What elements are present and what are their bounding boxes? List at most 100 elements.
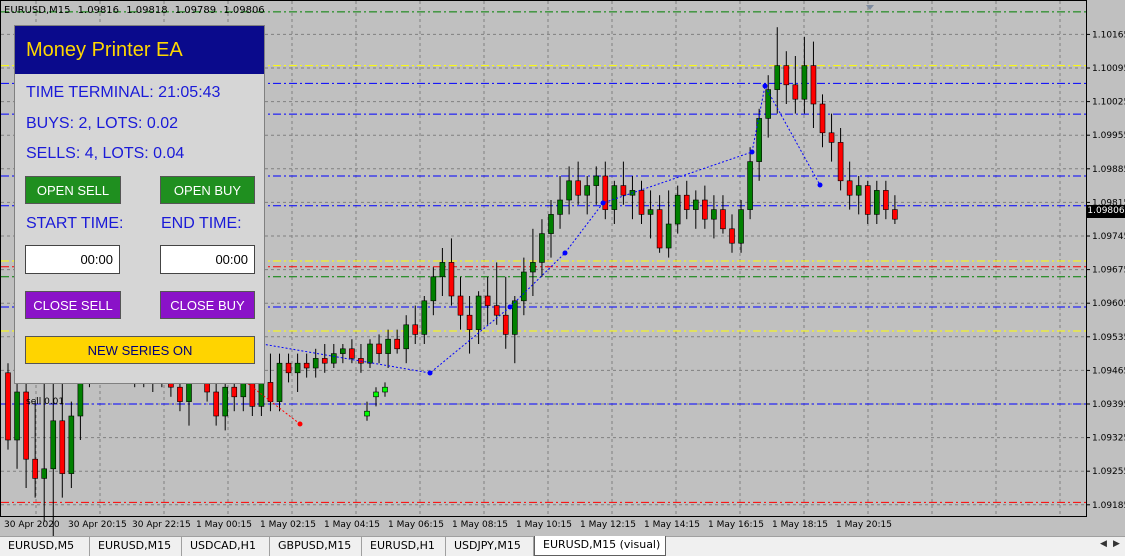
candle-body (828, 132, 835, 143)
time-tick-label: 1 May 10:15 (516, 520, 572, 530)
candle-body (656, 209, 663, 249)
candle-body (68, 415, 75, 474)
open-buy-button[interactable]: OPEN BUY (160, 176, 255, 204)
candle-body (521, 271, 527, 302)
trade-marker (762, 83, 768, 89)
price-tick-label: 1.09745 (1092, 232, 1125, 242)
candle-body (484, 295, 491, 306)
candle-body (702, 199, 708, 220)
end-time-input[interactable]: 00:00 (160, 245, 255, 274)
time-tick-label: 1 May 14:15 (644, 520, 700, 530)
tab-usdcad-h1[interactable]: USDCAD,H1 (182, 537, 270, 556)
candle-body (692, 199, 699, 210)
candle-body (819, 103, 826, 134)
tab-eurusd-m15[interactable]: EURUSD,M15 (90, 537, 182, 556)
time-tick-label: 1 May 00:15 (196, 520, 252, 530)
tab-label: USDJPY,M15 (454, 539, 521, 552)
close-sell-button[interactable]: CLOSE SELL (25, 291, 121, 319)
candle-body (720, 209, 726, 230)
candle-body (729, 228, 735, 244)
candle-body (59, 420, 66, 474)
candle-body (855, 185, 862, 196)
tab-eurusd-m15-visual[interactable]: EURUSD,M15 (visual) (534, 536, 666, 556)
low-price: 1.09789 (174, 5, 217, 16)
new-series-button[interactable]: NEW SERIES ON (25, 336, 255, 364)
price-tick-label: 1.09255 (1092, 467, 1125, 477)
tab-label: EURUSD,M15 (98, 539, 172, 552)
time-tick-label: 1 May 12:15 (580, 520, 636, 530)
candle-body (5, 372, 11, 441)
candle-body (50, 420, 57, 470)
candle-body (511, 300, 518, 335)
candle-body (539, 233, 545, 263)
time-tick-label: 1 May 08:15 (452, 520, 508, 530)
close-buy-button[interactable]: CLOSE BUY (160, 291, 255, 319)
time-tick-label: 1 May 20:15 (836, 520, 892, 530)
trade-marker (427, 370, 433, 376)
candle-body (457, 295, 464, 316)
price-tick-label: 1.10095 (1092, 64, 1125, 74)
candle-body (747, 161, 753, 210)
start-time-label: START TIME: (26, 215, 124, 232)
candle-body (330, 353, 337, 364)
candle-body (376, 343, 382, 354)
price-tick-label: 1.09465 (1092, 366, 1125, 376)
candle-body (774, 65, 781, 90)
open-price: 1.09816 (77, 5, 120, 16)
high-price: 1.09818 (126, 5, 168, 16)
candle-body (303, 362, 310, 369)
candle-body (674, 194, 681, 225)
candle-body (349, 348, 355, 359)
candle-body (584, 185, 591, 196)
candle-body (575, 180, 581, 196)
candle-body (231, 386, 238, 398)
trade-marker (817, 182, 823, 188)
open-sell-button[interactable]: OPEN SELL (25, 176, 121, 204)
candle-body (837, 142, 844, 182)
symbol-name: EURUSD,M15 (4, 5, 71, 16)
candle-body (177, 386, 183, 402)
candle-body (611, 185, 618, 210)
trade-marker (562, 250, 568, 256)
candle-body (267, 382, 274, 402)
candle-body (756, 118, 762, 162)
candle-body (801, 65, 808, 100)
candle-body (864, 185, 871, 215)
trade-marker (297, 421, 303, 427)
candle-body (711, 209, 717, 220)
price-tick-label: 1.09395 (1092, 400, 1125, 410)
price-tick-label: 1.09325 (1092, 434, 1125, 444)
candle-body (403, 324, 410, 350)
candle-body (373, 391, 379, 398)
chart-tabs: EURUSD,M5 EURUSD,M15 USDCAD,H1 GBPUSD,M1… (0, 536, 1125, 556)
buys-label: BUYS: 2, LOTS: 0.02 (26, 115, 179, 132)
current-price-marker: 1.09806 (1087, 205, 1125, 218)
price-tick-label: 1.09185 (1092, 501, 1125, 511)
tab-scroll-right-icon[interactable]: ▶ (1113, 539, 1120, 549)
candle-body (873, 190, 880, 215)
candle-body (683, 194, 690, 210)
candle-body (430, 276, 437, 302)
candle-body (783, 65, 790, 86)
time-tick-label: 1 May 06:15 (388, 520, 444, 530)
candle-body (213, 391, 219, 417)
start-time-input[interactable]: 00:00 (25, 245, 120, 274)
candle-body (557, 199, 563, 215)
candle-body (475, 295, 482, 330)
price-chart[interactable]: 1.10165 1.10095 1.10025 1.09955 1.09885 1.098… (0, 0, 1125, 536)
candle-body (382, 386, 388, 393)
candle-body (792, 84, 799, 100)
candle-body (285, 362, 292, 374)
tab-scroll-left-icon[interactable]: ◀ (1100, 539, 1107, 549)
price-tick-label: 1.10025 (1092, 98, 1125, 108)
tab-usdjpy-m15[interactable]: USDJPY,M15 (446, 537, 534, 556)
tab-gbpusd-m15[interactable]: GBPUSD,M15 (270, 537, 362, 556)
tab-label: EURUSD,M5 (8, 539, 75, 552)
tab-eurusd-h1[interactable]: EURUSD,H1 (362, 537, 446, 556)
candle-body (620, 185, 627, 196)
tab-eurusd-m5[interactable]: EURUSD,M5 (0, 537, 90, 556)
trade-marker (600, 200, 606, 206)
candle-body (276, 362, 283, 402)
time-tick-label: 1 May 02:15 (260, 520, 316, 530)
price-tick-label: 1.09955 (1092, 131, 1125, 141)
